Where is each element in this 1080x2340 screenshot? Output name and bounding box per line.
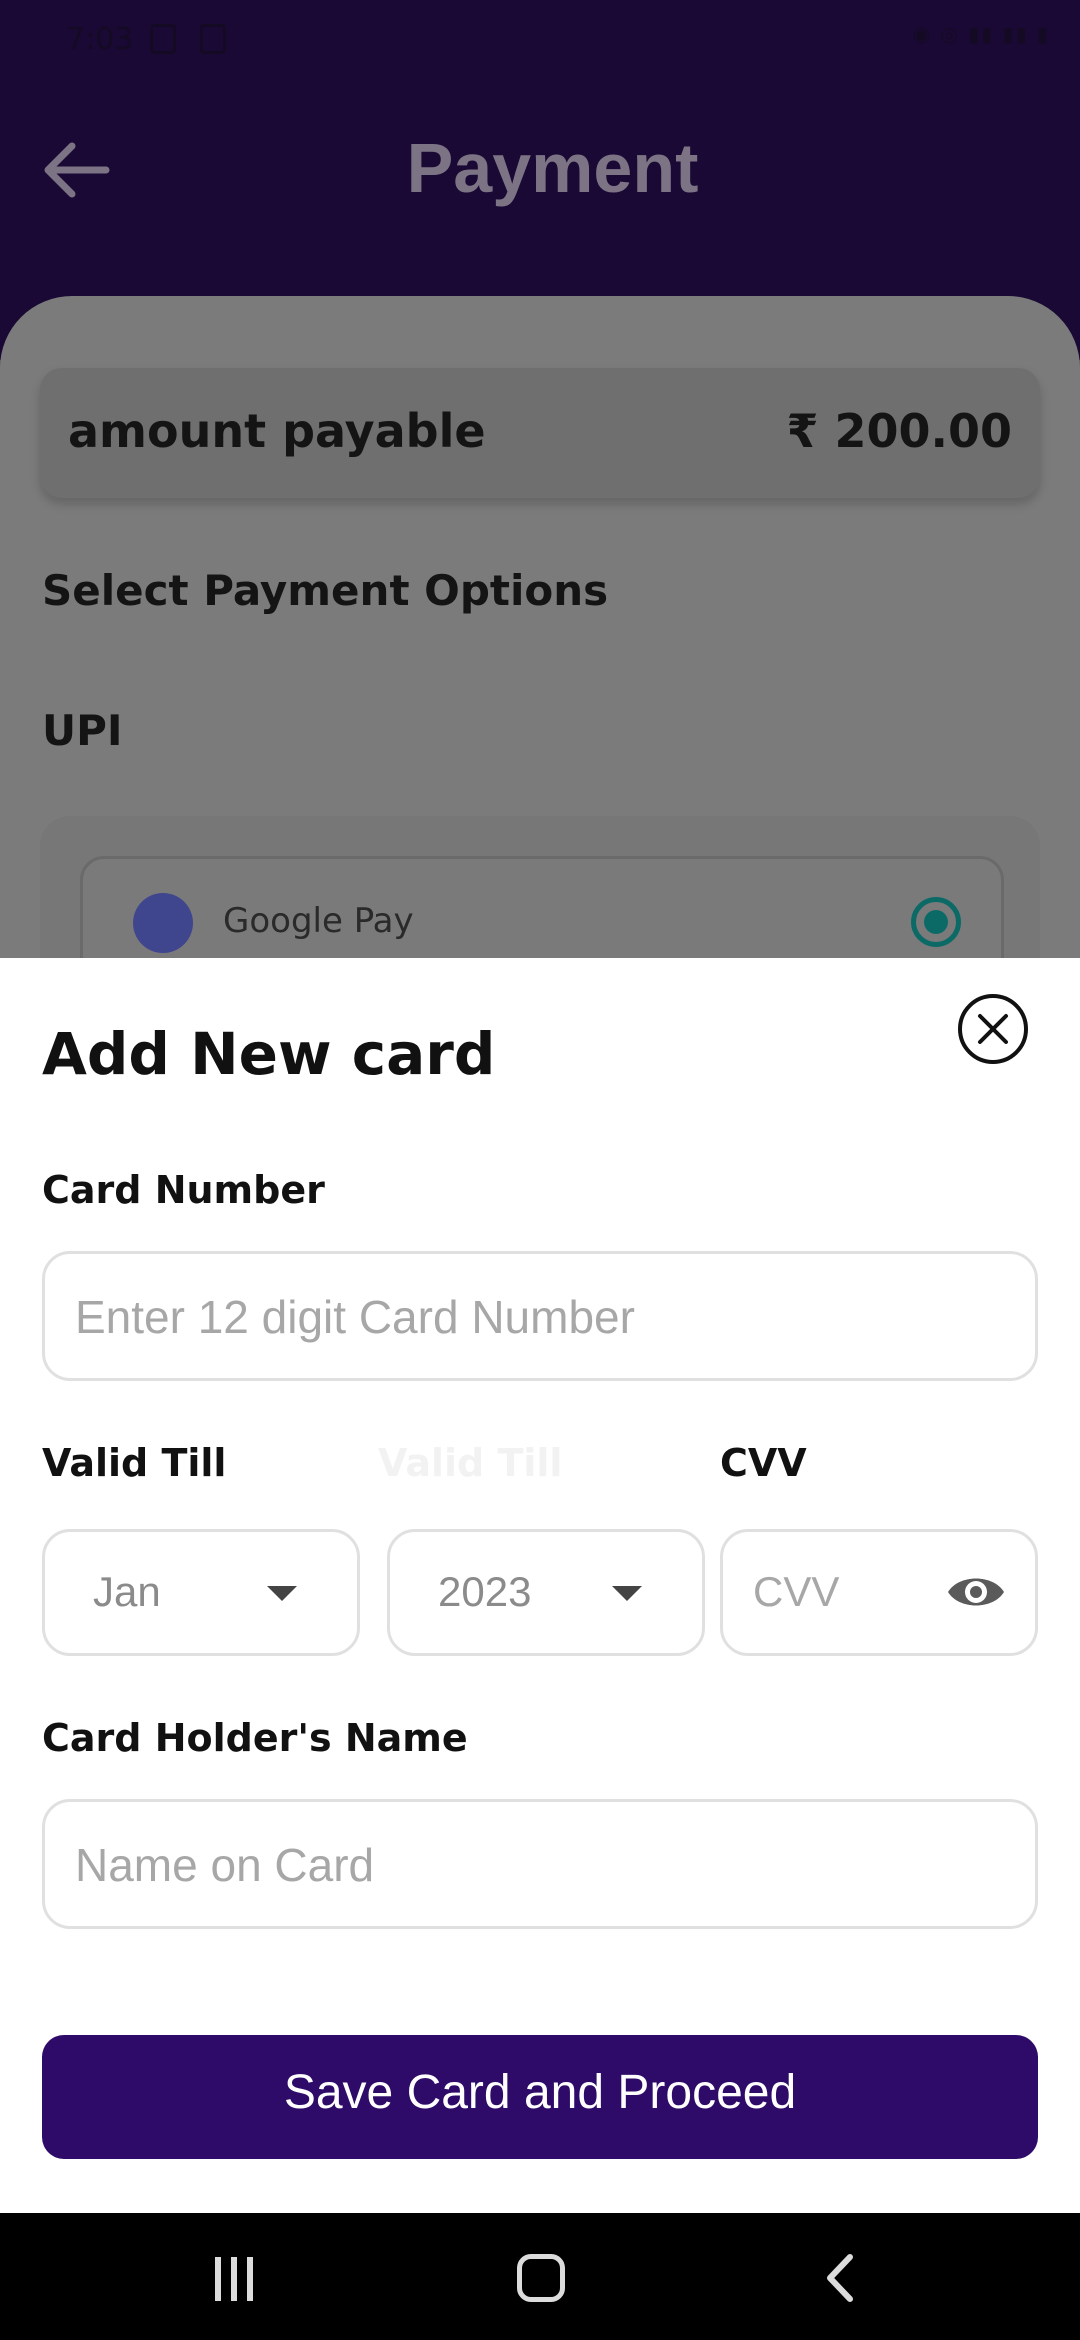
card-holder-label: Card Holder's Name [42,1716,468,1760]
sheet-title: Add New card [42,1020,496,1088]
cvv-placeholder: CVV [753,1568,840,1615]
card-number-input[interactable]: Enter 12 digit Card Number [42,1251,1038,1381]
card-holder-input[interactable]: Name on Card [42,1799,1038,1929]
cvv-input[interactable]: CVV [720,1529,1038,1656]
card-holder-placeholder: Name on Card [75,1839,375,1891]
recents-button[interactable] [215,2257,265,2301]
valid-till-ghost-label: Valid Till [378,1441,563,1485]
add-card-sheet: Add New card Card Number Enter 12 digit … [0,958,1080,2213]
system-nav-bar [0,2213,1080,2340]
upi-option-label: Google Pay [223,901,414,941]
expiry-month-select[interactable]: Jan [42,1529,360,1656]
card-number-label: Card Number [42,1168,325,1212]
eye-icon [948,1578,1004,1606]
payment-screen: 7:03 ◉ ◎ ▮▮ ▮▮ ▮ Payment amount payable … [0,0,1080,2340]
upi-label: UPI [42,706,123,755]
close-icon [978,1014,1008,1044]
system-status-icons: ◉ ◎ ▮▮ ▮▮ ▮ [912,22,1050,46]
gallery-status-icon [150,24,176,54]
nav-back-icon [827,2254,853,2302]
recents-icon [231,2257,237,2301]
google-pay-icon [133,893,193,953]
expiry-month-value: Jan [93,1568,161,1615]
amount-payable-card: amount payable ₹ 200.00 [40,368,1040,498]
select-payment-options-title: Select Payment Options [42,566,609,615]
amount-value: ₹ 200.00 [786,404,1012,458]
amount-label: amount payable [68,404,486,458]
expiry-year-value: 2023 [438,1568,532,1615]
recents-icon [247,2257,253,2301]
dropdown-caret-icon [612,1586,642,1601]
close-button[interactable] [958,994,1028,1064]
radio-selected-dot [924,910,948,934]
dropdown-caret-icon [267,1586,297,1601]
status-bar: 7:03 ◉ ◎ ▮▮ ▮▮ ▮ [0,0,1080,84]
valid-till-label: Valid Till [42,1441,227,1485]
home-button[interactable] [517,2254,565,2302]
save-card-label: Save Card and Proceed [283,2066,797,2119]
nav-back-button[interactable] [820,2253,860,2307]
status-time: 7:03 [66,22,134,57]
google-pay-radio[interactable] [911,897,961,947]
card-number-placeholder: Enter 12 digit Card Number [75,1291,635,1343]
save-card-button[interactable]: Save Card and Proceed [42,2035,1038,2159]
notification-status-icon [200,24,226,54]
recents-icon [215,2257,221,2301]
page-title: Payment [406,129,699,207]
cvv-label: CVV [720,1441,807,1485]
expiry-year-select[interactable]: 2023 [387,1529,705,1656]
show-cvv-toggle[interactable] [945,1570,1007,1618]
